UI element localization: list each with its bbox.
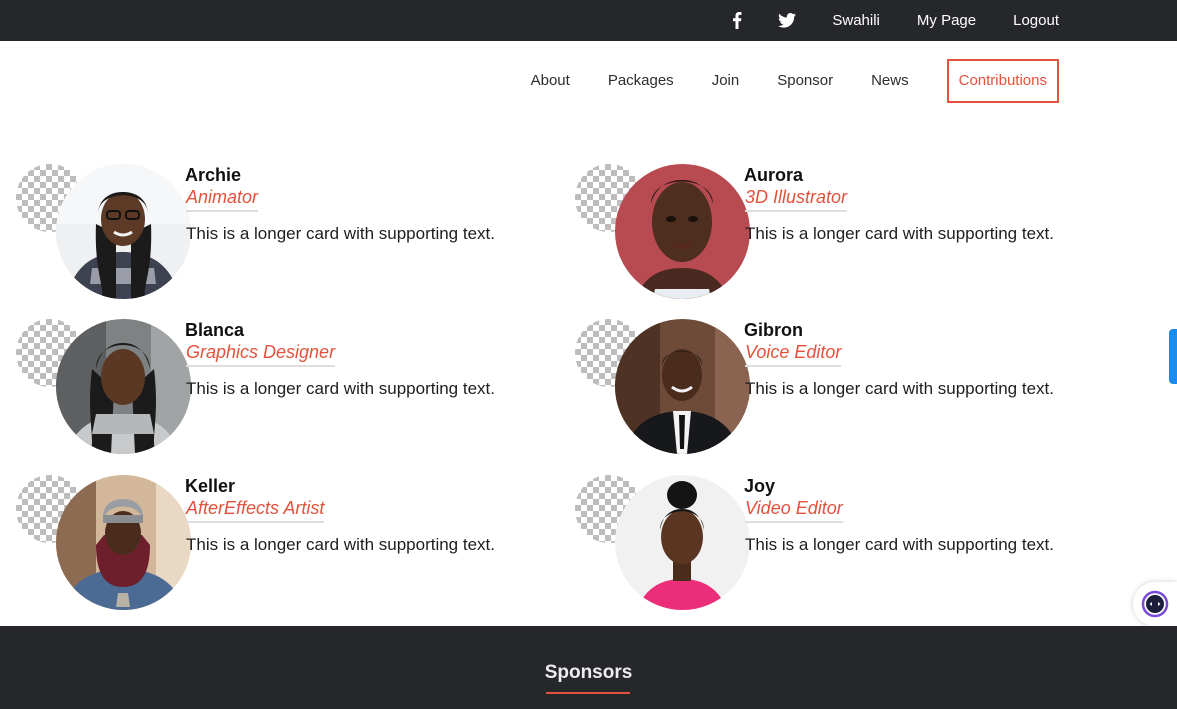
heading-underline [546,692,630,694]
top-links: Swahili My Page Logout [728,0,1059,41]
contributor-role: Animator [186,187,259,212]
contributor-name: Aurora [744,165,804,185]
twitter-icon[interactable] [778,12,797,30]
footer: Sponsors [0,626,1177,709]
nav-item-contributions[interactable]: Contributions [946,59,1059,103]
contributor-description: This is a longer card with supporting te… [745,535,1054,554]
avatar [56,475,191,610]
contributor-name: Joy [744,476,776,496]
avatar [615,319,750,454]
chat-widget-button[interactable] [1133,582,1177,626]
contributor-name: Gibron [744,320,803,340]
contributor-description: This is a longer card with supporting te… [745,224,1054,243]
avatar [615,164,750,299]
contributor-card: Blanca Graphics Designer This is a longe… [0,318,540,458]
contributor-role: Video Editor [745,498,843,523]
contributor-card: Joy Video Editor This is a longer card w… [559,474,1099,614]
contributor-description: This is a longer card with supporting te… [186,379,495,398]
avatar [56,319,191,454]
contributor-role: 3D Illustrator [745,187,848,212]
contributor-card: Keller AfterEffects Artist This is a lon… [0,474,540,614]
contributor-description: This is a longer card with supporting te… [186,535,495,554]
side-feedback-tab[interactable] [1169,329,1177,384]
main-nav: About Packages Join Sponsor News Contrib… [0,41,1177,123]
swahili-link[interactable]: Swahili [832,12,880,29]
nav-item-news[interactable]: News [871,59,909,103]
nav-item-join[interactable]: Join [712,59,740,103]
nav-item-packages[interactable]: Packages [608,59,674,103]
top-bar: Swahili My Page Logout [0,0,1177,41]
avatar [615,475,750,610]
facebook-icon[interactable] [728,12,746,30]
nav-item-sponsor[interactable]: Sponsor [777,59,833,103]
nav-list: About Packages Join Sponsor News Contrib… [493,59,1059,103]
contributor-description: This is a longer card with supporting te… [186,224,495,243]
avatar [56,164,191,299]
contributor-role: Graphics Designer [186,342,336,367]
contributor-name: Blanca [185,320,245,340]
nav-item-about[interactable]: About [531,59,570,103]
chatbot-icon [1141,590,1169,618]
contributor-name: Keller [185,476,236,496]
logout-link[interactable]: Logout [1013,12,1059,29]
contributor-name: Archie [185,165,242,185]
contributor-role: AfterEffects Artist [186,498,325,523]
contributor-card: Archie Animator This is a longer card wi… [0,163,540,303]
contributor-description: This is a longer card with supporting te… [745,379,1054,398]
my-page-link[interactable]: My Page [917,12,976,29]
sponsors-heading: Sponsors [544,662,633,683]
contributor-card: Aurora 3D Illustrator This is a longer c… [559,163,1099,303]
contributor-card: Gibron Voice Editor This is a longer car… [559,318,1099,458]
contributor-role: Voice Editor [745,342,842,367]
